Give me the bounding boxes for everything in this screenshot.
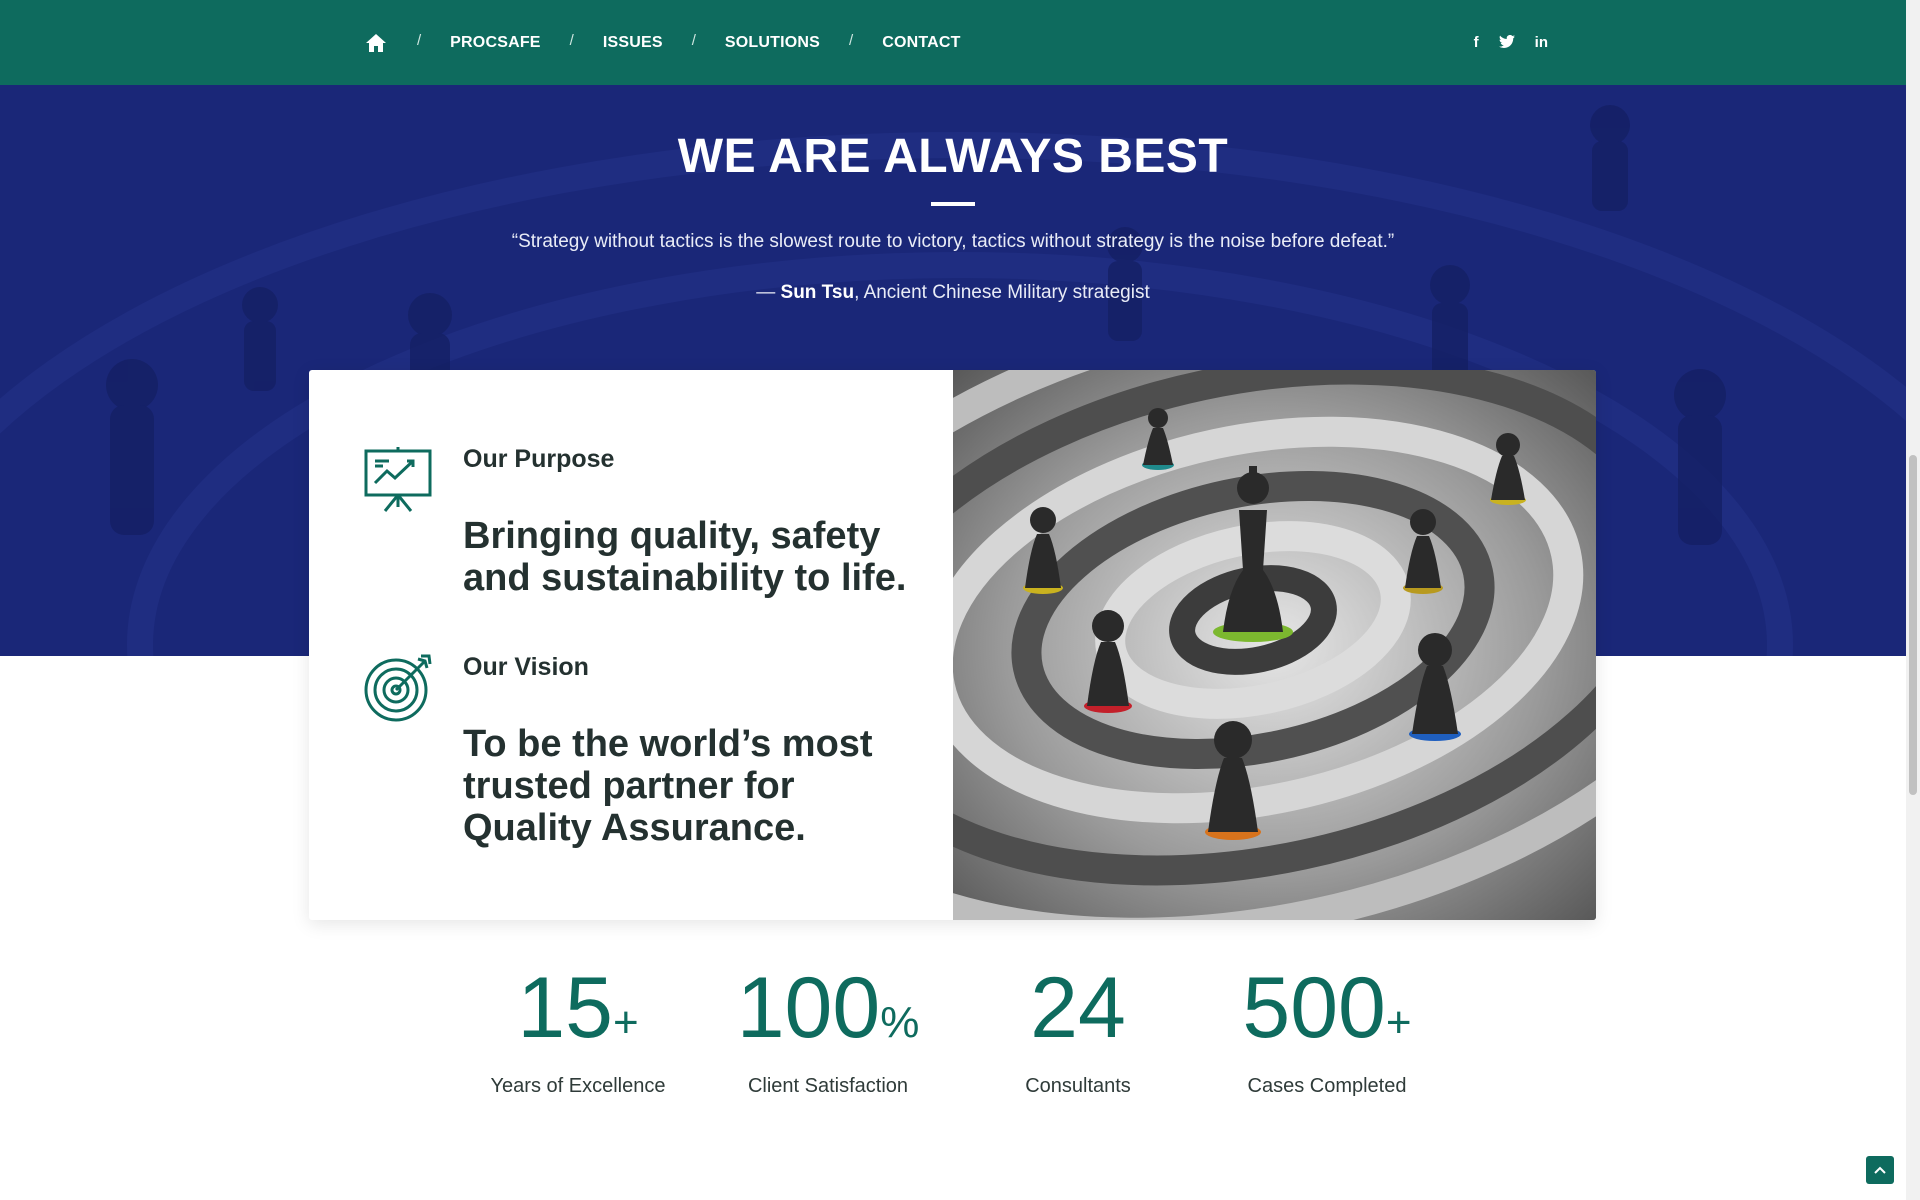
vision-label: Our Vision: [463, 653, 589, 681]
hero-quote: “Strategy without tactics is the slowest…: [511, 231, 1395, 252]
nav-separator: /: [569, 32, 574, 49]
stat-suffix: %: [880, 998, 920, 1047]
attribution-title: , Ancient Chinese Military strategist: [854, 282, 1150, 303]
stat-number: 100: [736, 960, 881, 1056]
title-underline: [931, 202, 975, 206]
stat-label: Consultants: [1025, 1075, 1131, 1097]
back-to-top-button[interactable]: [1866, 1156, 1894, 1184]
nav-separator: /: [849, 32, 854, 49]
linkedin-icon[interactable]: in: [1535, 35, 1548, 50]
hero-title: WE ARE ALWAYS BEST: [677, 130, 1229, 183]
nav-link-procsafe[interactable]: PROCSAFE: [450, 34, 541, 52]
stat-value: 15+: [453, 960, 703, 1071]
purpose-text: Bringing quality, safety and sustainabil…: [463, 515, 907, 599]
home-icon[interactable]: [364, 31, 388, 55]
stat-cases: 500+ Cases Completed: [1202, 960, 1452, 1098]
page-scrollbar[interactable]: [1906, 0, 1920, 1200]
presentation-chart-icon: [363, 445, 433, 515]
facebook-icon[interactable]: f: [1474, 35, 1479, 50]
vision-text: To be the world’s most trusted partner f…: [463, 723, 873, 849]
stats-section: 15+ Years of Excellence 100% Client Sati…: [0, 960, 1906, 1100]
stat-suffix: +: [612, 998, 639, 1047]
attribution-dash: —: [756, 282, 781, 303]
chess-pieces-on-target-image: [953, 370, 1596, 920]
purpose-label: Our Purpose: [463, 445, 615, 473]
nav-menu: / PROCSAFE / ISSUES / SOLUTIONS / CONTAC…: [364, 0, 961, 85]
stat-years: 15+ Years of Excellence: [453, 960, 703, 1098]
stat-value: 500+: [1202, 960, 1452, 1071]
stat-label: Years of Excellence: [490, 1075, 666, 1097]
stat-number: 24: [1030, 960, 1126, 1056]
nav-link-contact[interactable]: CONTACT: [882, 34, 960, 52]
scrollbar-thumb[interactable]: [1909, 455, 1917, 795]
stat-suffix: +: [1385, 998, 1412, 1047]
stat-label: Cases Completed: [1247, 1075, 1407, 1097]
stat-value: 24: [953, 960, 1203, 1071]
nav-link-issues[interactable]: ISSUES: [603, 34, 663, 52]
nav-separator: /: [691, 32, 696, 49]
target-arrow-icon: [363, 653, 433, 723]
twitter-icon[interactable]: [1498, 34, 1515, 51]
chevron-up-icon: [1874, 1166, 1886, 1174]
attribution-name: Sun Tsu: [780, 282, 855, 303]
card-text-panel: Our Purpose Bringing quality, safety and…: [309, 370, 952, 920]
stat-label: Client Satisfaction: [747, 1075, 909, 1097]
stat-satisfaction: 100% Client Satisfaction: [703, 960, 953, 1098]
social-links: f in: [1474, 0, 1548, 85]
stat-consultants: 24 Consultants: [953, 960, 1203, 1098]
purpose-vision-card: Our Purpose Bringing quality, safety and…: [309, 370, 1596, 920]
top-navigation: / PROCSAFE / ISSUES / SOLUTIONS / CONTAC…: [0, 0, 1906, 85]
nav-separator: /: [417, 32, 422, 49]
stat-value: 100%: [703, 960, 953, 1071]
stat-number: 500: [1242, 960, 1386, 1056]
nav-link-solutions[interactable]: SOLUTIONS: [725, 34, 820, 52]
stat-number: 15: [517, 960, 613, 1056]
quote-attribution: — Sun Tsu, Ancient Chinese Military stra…: [0, 282, 1906, 304]
